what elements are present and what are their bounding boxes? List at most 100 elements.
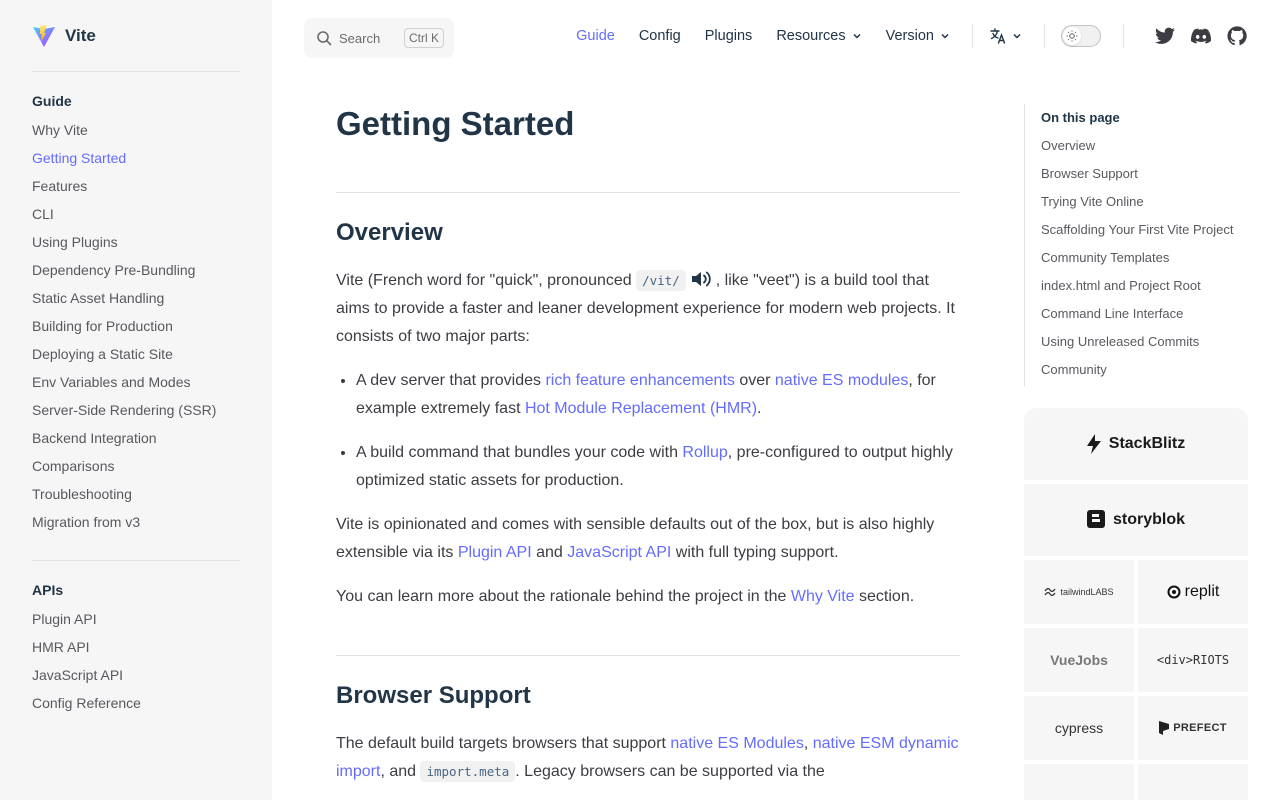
sponsor-row (1024, 764, 1248, 800)
link-rich-feature-enhancements[interactable]: rich feature enhancements (545, 372, 734, 389)
sidebar-item-cli[interactable]: CLI (32, 200, 240, 228)
sidebar-item-features[interactable]: Features (32, 172, 240, 200)
chevron-down-icon (941, 33, 949, 39)
sidebar-item-config-reference[interactable]: Config Reference (32, 689, 240, 717)
table-of-contents: On this page Overview Browser Support Tr… (1024, 104, 1248, 386)
sidebar-item-why-vite[interactable]: Why Vite (32, 116, 240, 144)
sidebar-group-guide: Guide Why Vite Getting Started Features … (32, 72, 240, 561)
toc-item-unreleased-commits[interactable]: Using Unreleased Commits (1041, 328, 1248, 356)
tailwind-logo-icon (1044, 588, 1056, 596)
text: section. (854, 588, 915, 605)
text: and (531, 544, 568, 561)
sponsor-prefect[interactable]: PREFECT (1138, 696, 1248, 760)
nav-config[interactable]: Config (639, 28, 681, 44)
brand[interactable]: Vite (32, 0, 240, 72)
text: over (734, 372, 775, 389)
sidebar-item-backend-integration[interactable]: Backend Integration (32, 424, 240, 452)
nav-guide[interactable]: Guide (576, 28, 615, 44)
sponsor-label: PREFECT (1173, 722, 1227, 734)
page-title: Getting Started (336, 96, 960, 193)
sponsor-label: <div>RIOTS (1156, 653, 1230, 667)
translate-icon (990, 28, 1006, 44)
sponsor-row: tailwindLABS replit (1024, 560, 1248, 624)
sidebar-group-apis: APIs Plugin API HMR API JavaScript API C… (32, 561, 240, 741)
text: A build command that bundles your code w… (356, 444, 683, 461)
sponsor-row: VueJobs <div>RIOTS (1024, 628, 1248, 692)
toc-item-browser-support[interactable]: Browser Support (1041, 160, 1248, 188)
discord-link[interactable] (1190, 25, 1212, 47)
sidebar-item-using-plugins[interactable]: Using Plugins (32, 228, 240, 256)
github-link[interactable] (1226, 25, 1248, 47)
search-placeholder: Search (339, 30, 381, 46)
toc-item-community[interactable]: Community (1041, 356, 1248, 384)
sponsor-label: cypress (1054, 720, 1104, 736)
sponsor-cypress[interactable]: cypress (1024, 696, 1134, 760)
link-hmr[interactable]: Hot Module Replacement (HMR) (525, 400, 757, 417)
sponsor-storyblok[interactable]: storyblok (1024, 484, 1248, 556)
sun-icon (1066, 30, 1078, 42)
sponsor-label: replit (1184, 583, 1220, 600)
sidebar-item-env-variables[interactable]: Env Variables and Modes (32, 368, 240, 396)
speaker-icon[interactable] (690, 269, 712, 289)
toc-item-trying-online[interactable]: Trying Vite Online (1041, 188, 1248, 216)
toc-item-cli[interactable]: Command Line Interface (1041, 300, 1248, 328)
sponsor-divriots[interactable]: <div>RIOTS (1138, 628, 1248, 692)
toc-item-scaffolding[interactable]: Scaffolding Your First Vite Project (1041, 216, 1248, 244)
paragraph: You can learn more about the rationale b… (336, 583, 960, 611)
sidebar-item-hmr-api[interactable]: HMR API (32, 633, 240, 661)
paragraph: Vite (French word for "quick", pronounce… (336, 267, 960, 351)
sidebar-item-deploying-static-site[interactable]: Deploying a Static Site (32, 340, 240, 368)
toc-item-overview[interactable]: Overview (1041, 132, 1248, 160)
sponsors-grid: StackBlitz storyblok tailwindLABS replit… (1024, 408, 1248, 800)
link-native-es-modules[interactable]: native ES modules (775, 372, 908, 389)
sponsor-placeholder (1024, 764, 1134, 800)
sidebar-item-plugin-api[interactable]: Plugin API (32, 605, 240, 633)
sponsor-placeholder (1138, 764, 1248, 800)
appearance-toggle[interactable] (1061, 25, 1101, 47)
sidebar-item-troubleshooting[interactable]: Troubleshooting (32, 480, 240, 508)
sidebar-group-title: APIs (32, 582, 64, 598)
paragraph: The default build targets browsers that … (336, 730, 960, 786)
nav-plugins[interactable]: Plugins (705, 28, 753, 44)
nav-divider (972, 24, 973, 48)
link-native-es-modules[interactable]: native ES Modules (670, 735, 803, 752)
nav-version-dropdown[interactable]: Version (886, 28, 950, 44)
outline-aside: On this page Overview Browser Support Tr… (1024, 104, 1248, 386)
sponsor-label: VueJobs (1050, 652, 1108, 668)
link-plugin-api[interactable]: Plugin API (458, 544, 532, 561)
text: with full typing support. (671, 544, 839, 561)
storyblok-logo-icon (1086, 510, 1105, 528)
sponsor-tailwindlabs[interactable]: tailwindLABS (1024, 560, 1134, 624)
link-javascript-api[interactable]: JavaScript API (567, 544, 671, 561)
sponsor-stackblitz[interactable]: StackBlitz (1024, 408, 1248, 480)
top-nav: Guide Config Plugins Resources Version (552, 0, 1248, 72)
heading-overview: Overview (336, 219, 443, 246)
sidebar-item-ssr[interactable]: Server-Side Rendering (SSR) (32, 396, 240, 424)
text: Vite (French word for "quick", pronounce… (336, 272, 637, 289)
sponsor-replit[interactable]: replit (1138, 560, 1248, 624)
discord-icon (1191, 28, 1211, 44)
sponsor-vuejobs[interactable]: VueJobs (1024, 628, 1134, 692)
toc-item-index-html[interactable]: index.html and Project Root (1041, 272, 1248, 300)
nav-resources-dropdown[interactable]: Resources (776, 28, 861, 44)
link-rollup[interactable]: Rollup (682, 444, 727, 461)
sidebar-item-building-for-production[interactable]: Building for Production (32, 312, 240, 340)
twitter-icon (1155, 27, 1175, 44)
sidebar-item-comparisons[interactable]: Comparisons (32, 452, 240, 480)
text: . Legacy browsers can be supported via t… (515, 763, 825, 780)
sidebar-item-javascript-api[interactable]: JavaScript API (32, 661, 240, 689)
sidebar-item-static-asset-handling[interactable]: Static Asset Handling (32, 284, 240, 312)
language-dropdown[interactable] (989, 27, 1022, 45)
sidebar-item-migration[interactable]: Migration from v3 (32, 508, 240, 536)
link-why-vite[interactable]: Why Vite (791, 588, 855, 605)
nav-resources-label: Resources (776, 28, 846, 44)
toc-item-community-templates[interactable]: Community Templates (1041, 244, 1248, 272)
github-icon (1227, 26, 1247, 46)
search-button[interactable]: Search Ctrl K (304, 18, 454, 58)
twitter-link[interactable] (1154, 25, 1176, 47)
text: , (803, 735, 813, 752)
sidebar-item-dependency-pre-bundling[interactable]: Dependency Pre-Bundling (32, 256, 240, 284)
sidebar-item-getting-started[interactable]: Getting Started (32, 144, 240, 172)
sponsor-label: StackBlitz (1108, 435, 1186, 452)
chevron-down-icon (853, 33, 861, 39)
